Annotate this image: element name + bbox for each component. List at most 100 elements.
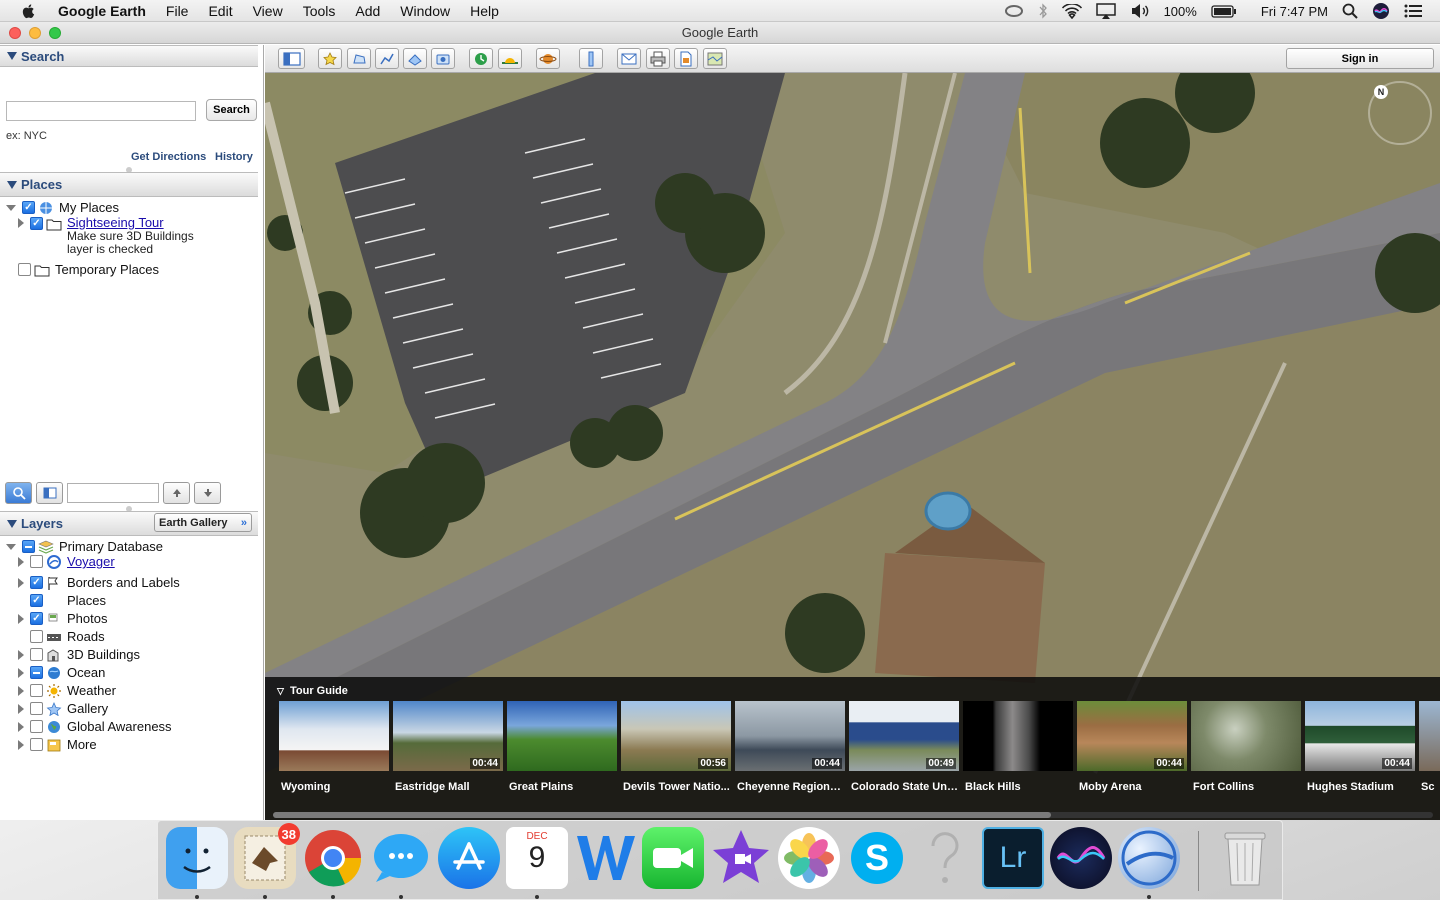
ruler-button[interactable] — [579, 48, 603, 69]
imovie-dock-icon[interactable] — [710, 827, 772, 889]
messages-dock-icon[interactable] — [370, 827, 432, 889]
move-up-button[interactable] — [163, 482, 190, 504]
siri-menu-icon[interactable] — [1372, 2, 1390, 20]
battery-icon[interactable] — [1211, 4, 1237, 18]
menu-tools[interactable]: Tools — [293, 3, 346, 19]
tour-thumbnail[interactable]: 00:44 — [1077, 701, 1187, 771]
layer-3d-buildings[interactable]: 3D Buildings — [18, 647, 140, 662]
temporary-places-checkbox[interactable] — [18, 263, 31, 276]
earth-gallery-button[interactable]: Earth Gallery » — [154, 513, 252, 532]
wifi-icon[interactable] — [1061, 3, 1082, 19]
tree-item-my-places[interactable]: ✓ My Places — [6, 200, 119, 215]
finder-dock-icon[interactable] — [166, 827, 228, 889]
layer-places[interactable]: ✓ Places — [18, 593, 106, 608]
minimize-window-button[interactable] — [29, 27, 41, 39]
navigation-compass[interactable]: N — [1368, 81, 1432, 145]
menu-file[interactable]: File — [156, 3, 199, 19]
layer-checkbox[interactable] — [30, 738, 43, 751]
save-image-button[interactable] — [674, 48, 698, 69]
help-dock-icon[interactable] — [914, 827, 976, 889]
add-path-button[interactable] — [375, 48, 399, 69]
layer-checkbox[interactable] — [30, 702, 43, 715]
calendar-dock-icon[interactable]: DEC 9 — [506, 827, 568, 889]
tree-item-temporary-places[interactable]: Temporary Places — [6, 262, 159, 277]
volume-icon[interactable] — [1130, 3, 1150, 19]
tour-item[interactable]: 00:49 Colorado State Uni... — [849, 701, 959, 801]
record-tour-button[interactable] — [431, 48, 455, 69]
siri-dock-icon[interactable] — [1050, 827, 1112, 889]
sightseeing-tour-checkbox[interactable]: ✓ — [30, 217, 43, 230]
layer-voyager[interactable]: Voyager — [18, 554, 115, 569]
tour-item[interactable]: Fort Collins — [1191, 701, 1301, 801]
tour-item[interactable]: 00:44 Eastridge Mall — [393, 701, 503, 801]
layer-borders-and-labels[interactable]: ✓ Borders and Labels — [18, 575, 180, 590]
tour-thumbnail[interactable]: 00:44 — [735, 701, 845, 771]
expand-arrow-icon[interactable] — [18, 703, 24, 714]
layer-roads[interactable]: Roads — [18, 629, 105, 644]
layers-panel-header[interactable]: Layers Earth Gallery » — [0, 511, 258, 536]
sign-in-button[interactable]: Sign in — [1286, 48, 1434, 69]
layer-checkbox[interactable]: ✓ — [30, 594, 43, 607]
menu-view[interactable]: View — [243, 3, 293, 19]
layer-primary-database[interactable]: Primary Database — [6, 539, 163, 554]
lightroom-dock-icon[interactable]: Lr — [982, 827, 1044, 889]
tour-item[interactable]: 00:56 Devils Tower Natio... — [621, 701, 731, 801]
switch-planet-button[interactable] — [536, 48, 560, 69]
earth-map-view[interactable]: N ▽ Tour Guide Wyoming 00:44 Eastridge M… — [265, 73, 1440, 820]
tree-item-sightseeing-tour[interactable]: ✓ Sightseeing Tour Make sure 3D Building… — [18, 215, 194, 256]
tour-item[interactable]: Sc — [1419, 701, 1440, 801]
menu-clock[interactable]: Fri 7:47 PM — [1261, 4, 1328, 19]
tour-item[interactable]: Great Plains — [507, 701, 617, 801]
layer-checkbox[interactable] — [30, 555, 43, 568]
voyager-link[interactable]: Voyager — [67, 554, 115, 569]
sidebar-toggle-button[interactable] — [278, 48, 305, 69]
word-dock-icon[interactable] — [574, 827, 636, 889]
move-down-button[interactable] — [194, 482, 221, 504]
chrome-dock-icon[interactable] — [302, 827, 364, 889]
search-places-button[interactable] — [5, 482, 32, 504]
tour-thumbnail[interactable] — [1419, 701, 1440, 771]
layer-checkbox[interactable] — [30, 630, 43, 643]
tour-thumbnail[interactable]: 00:49 — [849, 701, 959, 771]
tour-thumbnail[interactable] — [507, 701, 617, 771]
title-bar[interactable]: Google Earth — [0, 22, 1440, 44]
menu-window[interactable]: Window — [390, 3, 460, 19]
expand-arrow-icon[interactable] — [6, 204, 16, 211]
menu-add[interactable]: Add — [345, 3, 390, 19]
places-filter-input[interactable] — [67, 483, 159, 503]
places-panel-header[interactable]: Places — [0, 172, 258, 197]
google-earth-dock-icon[interactable] — [1118, 827, 1180, 889]
layer-weather[interactable]: Weather — [18, 683, 116, 698]
layer-checkbox[interactable] — [30, 648, 43, 661]
search-panel-header[interactable]: Search — [0, 45, 258, 67]
layer-checkbox[interactable] — [30, 666, 43, 679]
historical-imagery-button[interactable] — [469, 48, 493, 69]
photos-dock-icon[interactable] — [778, 827, 840, 889]
search-input[interactable] — [6, 101, 196, 121]
layer-checkbox[interactable]: ✓ — [30, 576, 43, 589]
tour-thumbnail[interactable] — [963, 701, 1073, 771]
toggle-panel-button[interactable] — [36, 482, 63, 504]
layer-ocean[interactable]: Ocean — [18, 665, 105, 680]
add-polygon-button[interactable] — [347, 48, 371, 69]
expand-arrow-icon[interactable] — [18, 218, 24, 228]
expand-arrow-icon[interactable] — [18, 577, 24, 588]
history-link[interactable]: History — [215, 151, 253, 163]
search-button[interactable]: Search — [206, 99, 257, 121]
tour-thumbnail[interactable]: 00:44 — [1305, 701, 1415, 771]
layer-checkbox[interactable] — [22, 540, 35, 553]
tour-guide-header[interactable]: ▽ Tour Guide — [277, 685, 348, 697]
tour-item[interactable]: 00:44 Hughes Stadium — [1305, 701, 1415, 801]
image-overlay-button[interactable] — [403, 48, 427, 69]
fullscreen-window-button[interactable] — [49, 27, 61, 39]
layer-global-awareness[interactable]: Global Awareness — [18, 719, 172, 734]
creative-cloud-icon[interactable] — [1004, 4, 1024, 18]
add-placemark-button[interactable] — [318, 48, 342, 69]
skype-dock-icon[interactable]: S — [846, 827, 908, 889]
sightseeing-tour-link[interactable]: Sightseeing Tour — [67, 215, 194, 230]
expand-arrow-icon[interactable] — [18, 667, 24, 678]
expand-arrow-icon[interactable] — [18, 685, 24, 696]
expand-arrow-icon[interactable] — [18, 721, 24, 732]
expand-arrow-icon[interactable] — [18, 556, 24, 567]
compass-north-label[interactable]: N — [1374, 85, 1388, 99]
